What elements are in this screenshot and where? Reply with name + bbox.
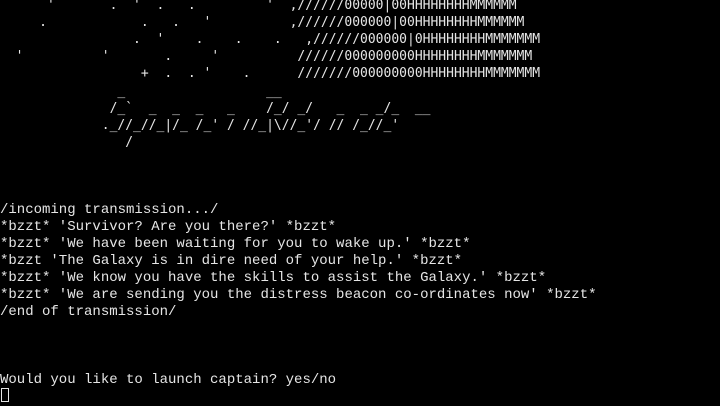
starfield-ascii-art: ' . ' . . ' ,//////00000|00HHHHHHHHMMMMM… (15, 0, 541, 81)
transmission-message-2: *bzzt* 'We have been waiting for you to … (0, 236, 471, 252)
transmission-header: /incoming transmission.../ (0, 202, 219, 218)
game-title-ascii-art: _ __ /_` _ _ _ _ /_/ _/ _ _ _/_ __ ._//_… (101, 84, 431, 150)
transmission-footer: /end of transmission/ (0, 304, 177, 320)
launch-prompt: Would you like to launch captain? yes/no (0, 372, 337, 388)
terminal-window[interactable]: ' . ' . . ' ,//////00000|00HHHHHHHHMMMMM… (0, 0, 720, 406)
transmission-message-3: *bzzt 'The Galaxy is in dire need of you… (0, 253, 463, 269)
transmission-message-4: *bzzt* 'We know you have the skills to a… (0, 270, 547, 286)
transmission-message-5: *bzzt* 'We are sending you the distress … (0, 287, 597, 303)
transmission-message-1: *bzzt* 'Survivor? Are you there?' *bzzt* (0, 219, 337, 235)
text-cursor (1, 388, 9, 402)
